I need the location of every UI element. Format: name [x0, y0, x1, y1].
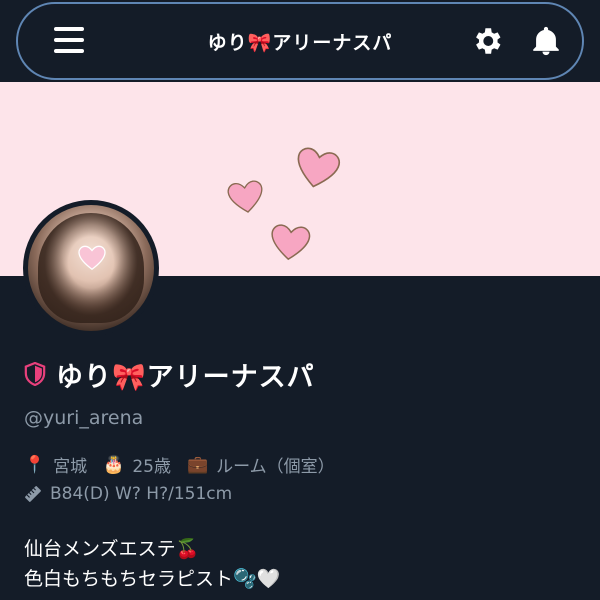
profile-name-row: ゆり🎀アリーナスパ [24, 356, 315, 393]
bio-line: 仙台メンズエステ🍒 [24, 538, 200, 560]
bio-line: 色白もちもちセラピスト🫧🤍 [24, 568, 281, 590]
cake-icon: 🎂 [103, 454, 125, 475]
avatar[interactable] [23, 200, 159, 336]
heart-icon [271, 224, 311, 261]
shield-icon [24, 362, 46, 386]
age-text: 25歳 [132, 457, 171, 477]
top-app-bar: ゆり🎀アリーナスパ [0, 0, 600, 82]
ruler-icon [25, 486, 41, 502]
location-text: 宮城 [53, 457, 88, 477]
heart-icon [227, 180, 263, 213]
profile-measurements-row: B84(D) W? H?/151cm [24, 484, 232, 504]
heart-icon [297, 147, 341, 188]
briefcase-icon: 💼 [186, 454, 209, 475]
measurements-text: B84(D) W? H?/151cm [50, 484, 233, 504]
hamburger-menu-icon[interactable] [54, 27, 84, 53]
profile-bio: 仙台メンズエステ🍒 色白もちもちセラピスト🫧🤍 [24, 534, 280, 594]
gear-icon[interactable] [470, 24, 504, 58]
pin-icon: 📍 [24, 454, 46, 475]
heart-sticker-icon [78, 245, 106, 271]
profile-handle: @yuri_arena [24, 407, 144, 429]
profile-info-row: 📍 宮城 🎂 25歳 💼 ルーム（個室） [24, 452, 335, 478]
work-text: ルーム（個室） [216, 457, 335, 477]
bell-icon[interactable] [529, 24, 563, 58]
profile-name: ゆり🎀アリーナスパ [56, 361, 315, 393]
header-title: ゆり🎀アリーナスパ [207, 32, 393, 54]
